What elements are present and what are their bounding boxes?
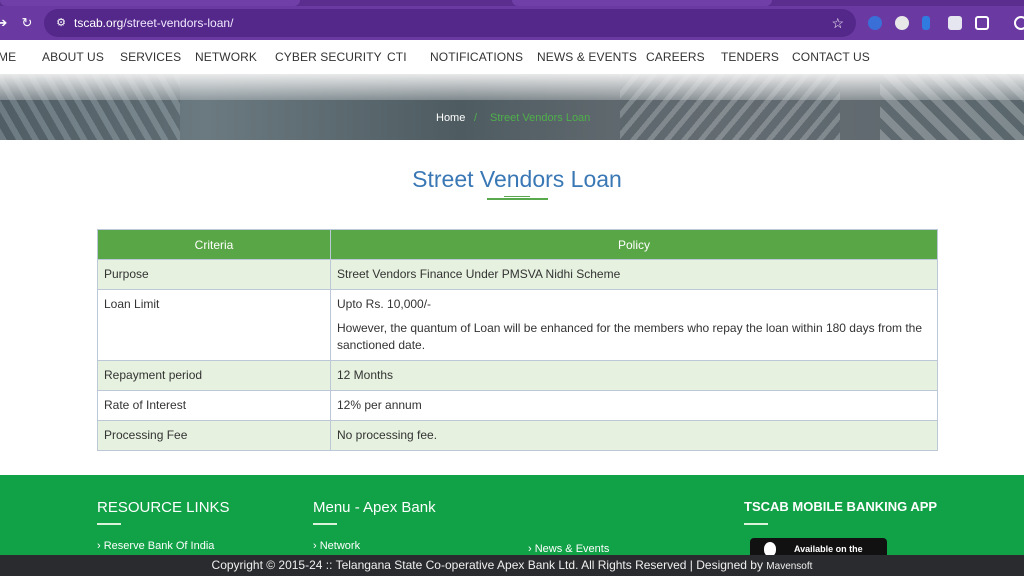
nav-home[interactable]: ME: [0, 50, 16, 64]
policy-cell: 12% per annum: [330, 390, 938, 421]
table-row: Processing Fee No processing fee.: [97, 420, 938, 451]
footer-link-rbi[interactable]: › Reserve Bank Of India: [97, 540, 214, 552]
header-policy: Policy: [330, 229, 938, 260]
footer-app-title: TSCAB MOBILE BANKING APP: [744, 499, 938, 514]
policy-cell: 12 Months: [330, 360, 938, 391]
nav-tenders[interactable]: TENDERS: [721, 50, 779, 64]
nav-contact-us[interactable]: CONTACT US: [792, 50, 870, 64]
policy-cell: No processing fee.: [330, 420, 938, 451]
title-underline: [487, 198, 548, 200]
nav-network[interactable]: NETWORK: [195, 50, 257, 64]
footer-link-news[interactable]: › News & Events: [528, 543, 609, 555]
extension-icon[interactable]: [868, 16, 882, 30]
site-footer: RESOURCE LINKS › Reserve Bank Of India M…: [0, 475, 1024, 558]
footer-heading-underline: [97, 523, 121, 525]
browser-toolbar: ➔ ↻ ⚙ tscab.org/street-vendors-loan/ ☆: [0, 6, 1024, 40]
footer-link-label: Network: [319, 540, 361, 552]
nav-cti[interactable]: CTI: [387, 50, 407, 64]
designer-link[interactable]: Mavensoft: [766, 561, 812, 572]
policy-table: Criteria Policy Purpose Street Vendors F…: [97, 229, 938, 451]
policy-value: Upto Rs. 10,000/-: [337, 297, 432, 311]
policy-cell: Upto Rs. 10,000/- However, the quantum o…: [330, 289, 938, 361]
footer-link-label: Reserve Bank Of India: [103, 540, 215, 552]
page-banner: Home / Street Vendors Loan: [0, 74, 1024, 140]
forward-icon[interactable]: ➔: [0, 15, 10, 31]
nav-about-us[interactable]: ABOUT US: [42, 50, 104, 64]
breadcrumb-separator: /: [474, 112, 478, 124]
title-underline: [504, 196, 530, 197]
criteria-cell: Rate of Interest: [97, 390, 331, 421]
url-text[interactable]: tscab.org/street-vendors-loan/: [74, 16, 233, 30]
header-criteria: Criteria: [97, 229, 331, 260]
nav-notifications[interactable]: NOTIFICATIONS: [430, 50, 523, 64]
breadcrumb-current: Street Vendors Loan: [490, 112, 591, 124]
table-header-row: Criteria Policy: [97, 229, 938, 260]
copyright-text: Copyright © 2015-24 :: Telangana State C…: [211, 558, 763, 572]
reload-icon[interactable]: ↻: [19, 15, 35, 31]
table-row: Repayment period 12 Months: [97, 360, 938, 391]
profile-icon[interactable]: [1014, 16, 1024, 30]
footer-heading-underline: [313, 523, 337, 525]
nav-news-events[interactable]: NEWS & EVENTS: [537, 50, 637, 64]
copyright-bar: Copyright © 2015-24 :: Telangana State C…: [0, 555, 1024, 576]
footer-resource-title: RESOURCE LINKS: [97, 499, 230, 516]
extension-icon[interactable]: [922, 16, 930, 30]
apple-icon: [764, 542, 776, 556]
shield-icon[interactable]: [948, 16, 962, 30]
banner-fade: [0, 74, 1024, 100]
site-info-icon[interactable]: ⚙: [54, 16, 68, 30]
extensions-puzzle-icon[interactable]: [975, 16, 989, 30]
policy-cell: Street Vendors Finance Under PMSVA Nidhi…: [330, 259, 938, 290]
policy-note: However, the quantum of Loan will be enh…: [337, 321, 923, 352]
table-row: Loan Limit Upto Rs. 10,000/- However, th…: [97, 289, 938, 361]
table-row: Purpose Street Vendors Finance Under PMS…: [97, 259, 938, 290]
breadcrumb-home[interactable]: Home: [436, 112, 465, 124]
address-bar[interactable]: ⚙ tscab.org/street-vendors-loan/ ☆: [44, 9, 856, 37]
criteria-cell: Purpose: [97, 259, 331, 290]
nav-cyber-security[interactable]: CYBER SECURITY: [275, 50, 382, 64]
table-row: Rate of Interest 12% per annum: [97, 390, 938, 421]
extension-icon[interactable]: [895, 16, 909, 30]
criteria-cell: Loan Limit: [97, 289, 331, 361]
footer-link-network[interactable]: › Network: [313, 540, 360, 552]
footer-link-label: News & Events: [534, 543, 610, 555]
bookmark-star-icon[interactable]: ☆: [831, 15, 844, 32]
site-navigation: ME ABOUT US SERVICES NETWORK CYBER SECUR…: [0, 40, 1024, 74]
nav-services[interactable]: SERVICES: [120, 50, 181, 64]
footer-menu-title: Menu - Apex Bank: [313, 499, 436, 516]
app-badge-text: Available on the: [794, 544, 863, 554]
footer-heading-underline: [744, 523, 768, 525]
nav-careers[interactable]: CAREERS: [646, 50, 705, 64]
page-title: Street Vendors Loan: [412, 166, 622, 192]
criteria-cell: Repayment period: [97, 360, 331, 391]
criteria-cell: Processing Fee: [97, 420, 331, 451]
